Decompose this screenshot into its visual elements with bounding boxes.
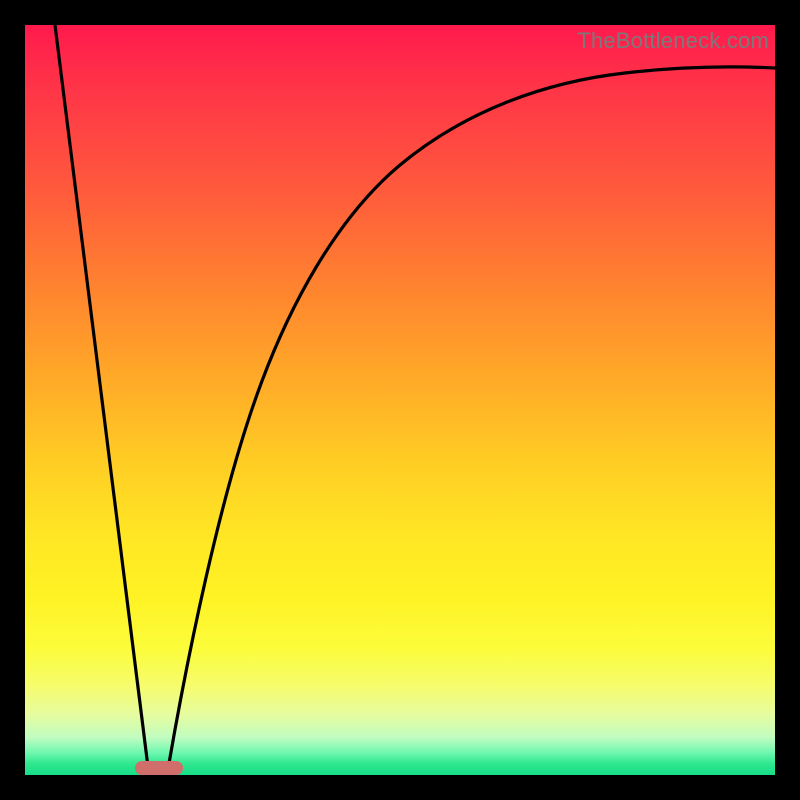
minimum-marker bbox=[135, 761, 183, 775]
plot-area: TheBottleneck.com bbox=[25, 25, 775, 775]
left-line bbox=[55, 25, 149, 775]
chart-frame: TheBottleneck.com bbox=[0, 0, 800, 800]
curve-layer bbox=[25, 25, 775, 775]
right-curve bbox=[167, 67, 775, 775]
